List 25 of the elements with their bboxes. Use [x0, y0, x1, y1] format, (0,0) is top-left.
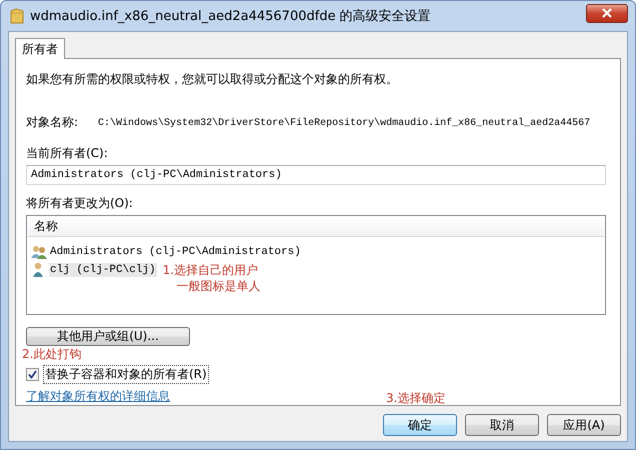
check-icon	[28, 370, 37, 380]
close-button[interactable]	[586, 4, 628, 22]
ownership-link[interactable]: 了解对象所有权的详细信息	[26, 388, 170, 406]
current-owner-label: 当前所有者(C):	[26, 145, 108, 162]
other-users-button[interactable]: 其他用户或组(U)...	[26, 326, 190, 346]
current-owner-field[interactable]: Administrators (clj-PC\Administrators)	[26, 165, 606, 185]
dialog-button[interactable]: 确定	[383, 414, 457, 436]
close-icon	[601, 8, 613, 18]
dialog-button[interactable]: 应用(A)	[547, 414, 621, 436]
checkbox[interactable]	[26, 368, 39, 382]
tab[interactable]: 所有者	[15, 38, 65, 59]
object-name-label: 对象名称:	[26, 114, 78, 131]
users-icon	[31, 244, 47, 260]
annotation-text: 3.选择确定	[386, 390, 446, 407]
dialog-button[interactable]: 取消	[465, 414, 539, 436]
annotation-text: 一般图标是单人	[176, 278, 261, 294]
annotation-text: 1.选择自己的用户	[162, 262, 260, 278]
folder-icon	[10, 8, 24, 24]
window-title: wdmaudio.inf_x86_neutral_aed2a4456700dfde 的高级安全设置	[30, 8, 431, 25]
intro-text: 如果您有所需的权限或特权，您就可以取得或分配这个对象的所有权。	[26, 71, 398, 88]
checkbox-label: 替换子容器和对象的所有者(R)	[43, 365, 209, 384]
annotation-text: 2.此处打钩	[22, 346, 82, 364]
object-path: C:\Windows\System32\DriverStore\FileRepository\wdmaudio.inf_x86_neutral_aed2a44567	[98, 118, 590, 130]
list-item[interactable]: Administrators (clj-PC\Administrators)	[28, 242, 306, 261]
change-owner-label: 将所有者更改为(O):	[26, 194, 133, 212]
